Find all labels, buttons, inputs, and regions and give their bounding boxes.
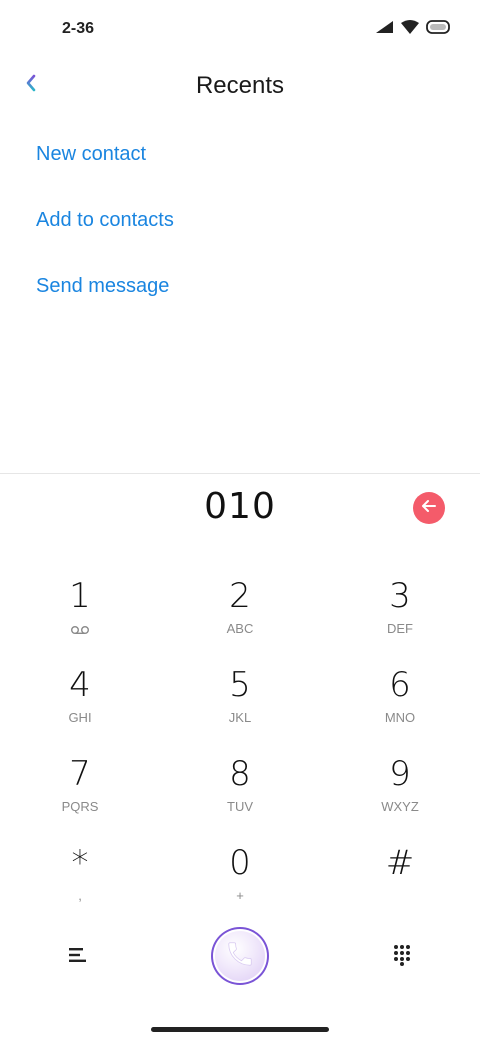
key-letters: WXYZ <box>381 799 419 814</box>
new-contact-link[interactable]: New contact <box>36 140 174 206</box>
signal-icon <box>376 21 394 33</box>
phone-icon <box>225 939 255 974</box>
key-letters: GHI <box>68 710 92 725</box>
menu-lines-icon <box>68 947 88 968</box>
key-letters: ABC <box>226 621 254 636</box>
dialpad-button[interactable] <box>384 939 420 975</box>
key-digit: 5 <box>229 665 251 705</box>
send-message-link[interactable]: Send message <box>36 272 174 338</box>
status-time: 2-36 <box>62 20 95 37</box>
bottom-bar <box>0 925 480 989</box>
dialpad-grid-icon <box>393 944 411 971</box>
key-digit: 2 <box>229 576 251 616</box>
home-indicator[interactable] <box>151 1027 329 1032</box>
key-3[interactable]: 3 DEF <box>340 570 460 650</box>
key-digit: 0 <box>229 843 251 883</box>
key-9[interactable]: 9 WXYZ <box>340 748 460 828</box>
add-to-contacts-link[interactable]: Add to contacts <box>36 206 174 272</box>
key-letters: DEF <box>387 621 413 636</box>
key-digit: 8 <box>229 754 251 794</box>
key-digit: 4 <box>69 665 91 705</box>
key-letters: TUV <box>227 799 253 814</box>
menu-button[interactable] <box>60 939 96 975</box>
backspace-arrow-icon <box>420 499 438 518</box>
key-digit: # <box>385 843 415 883</box>
key-5[interactable]: 5 JKL <box>180 659 300 739</box>
status-icons <box>376 20 450 34</box>
status-bar: 2-36 <box>0 0 480 60</box>
key-hash[interactable]: # <box>340 837 460 917</box>
key-star[interactable]: * , <box>20 837 140 917</box>
key-letters: + <box>236 888 244 903</box>
key-letters: JKL <box>228 710 252 725</box>
key-0[interactable]: 0 + <box>180 837 300 917</box>
key-letters: , <box>78 888 82 903</box>
key-2[interactable]: 2 ABC <box>180 570 300 650</box>
backspace-button[interactable] <box>413 492 445 524</box>
key-digit: 7 <box>69 754 91 794</box>
wifi-icon <box>401 20 419 34</box>
key-letters: PQRS <box>61 799 99 814</box>
key-digit: 9 <box>389 754 411 794</box>
action-list: New contact Add to contacts Send message <box>36 140 174 338</box>
voicemail-icon <box>20 622 140 636</box>
header: Recents <box>0 60 480 112</box>
key-1[interactable]: 1 <box>20 570 140 650</box>
divider <box>0 473 480 474</box>
key-7[interactable]: 7 PQRS <box>20 748 140 828</box>
key-digit: 3 <box>389 576 411 616</box>
page-title: Recents <box>195 72 285 99</box>
key-digit: 6 <box>389 665 411 705</box>
key-letters: MNO <box>384 710 416 725</box>
key-digit: * <box>71 843 89 883</box>
key-6[interactable]: 6 MNO <box>340 659 460 739</box>
key-letters <box>340 889 460 903</box>
call-button[interactable] <box>213 929 267 983</box>
battery-icon <box>426 20 450 34</box>
dialed-number: 010 <box>204 486 276 527</box>
key-8[interactable]: 8 TUV <box>180 748 300 828</box>
key-digit: 1 <box>69 576 91 616</box>
key-4[interactable]: 4 GHI <box>20 659 140 739</box>
